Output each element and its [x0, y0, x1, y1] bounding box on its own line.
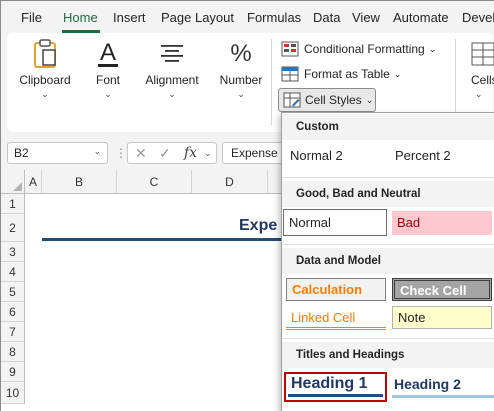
- font-label: Font: [95, 73, 120, 87]
- percent-icon: %: [213, 39, 269, 69]
- conditional-formatting-label: Conditional Formatting: [304, 42, 425, 56]
- cell-styles-menu: Custom Normal 2 Percent 2 Good, Bad and …: [281, 112, 494, 411]
- select-all-button[interactable]: [1, 170, 25, 194]
- conditional-formatting-button[interactable]: Conditional Formatting ⌄: [281, 38, 436, 60]
- more-options-icon[interactable]: ⋮: [115, 146, 127, 160]
- row-header-5[interactable]: 5: [1, 282, 25, 302]
- row-header-4[interactable]: 4: [1, 262, 25, 282]
- alignment-group[interactable]: Alignment ⌄: [137, 33, 207, 129]
- name-box[interactable]: B2 ⌄: [7, 142, 108, 164]
- tab-view[interactable]: View: [352, 10, 380, 25]
- column-header-a[interactable]: A: [25, 170, 42, 194]
- tab-automate[interactable]: Automate: [393, 10, 449, 25]
- chevron-down-icon: ⌄: [428, 43, 437, 54]
- chevron-down-icon: ⌄: [104, 89, 112, 99]
- name-box-value: B2: [14, 146, 29, 160]
- font-group[interactable]: A Font ⌄: [83, 33, 133, 129]
- cell-b2-title[interactable]: Expe: [239, 217, 277, 235]
- tab-file[interactable]: File: [21, 10, 42, 25]
- style-linked-cell[interactable]: Linked Cell: [286, 306, 386, 330]
- chevron-down-icon: ⌄: [237, 89, 245, 99]
- row-header-6[interactable]: 6: [1, 302, 25, 322]
- heading-bottom-border: [42, 238, 282, 241]
- style-normal[interactable]: Normal: [283, 209, 387, 236]
- cancel-icon[interactable]: ✕: [135, 145, 147, 162]
- cell-styles-button[interactable]: Cell Styles ⌄: [278, 88, 376, 112]
- tab-data[interactable]: Data: [313, 10, 340, 25]
- clipboard-label: Clipboard: [19, 73, 71, 87]
- column-header-d[interactable]: D: [192, 170, 268, 194]
- number-label: Number: [219, 73, 263, 87]
- cell-styles-icon: [283, 92, 301, 108]
- tab-formulas[interactable]: Formulas: [247, 10, 301, 25]
- row-header-7[interactable]: 7: [1, 322, 25, 342]
- cells-icon: [463, 39, 494, 69]
- tab-developer[interactable]: Devel: [462, 10, 494, 25]
- row-header-10[interactable]: 10: [1, 382, 25, 404]
- column-header-c[interactable]: C: [117, 170, 192, 194]
- enter-icon[interactable]: ✓: [159, 145, 171, 162]
- alignment-label: Alignment: [145, 73, 199, 87]
- style-heading-1-hovered[interactable]: Heading 1: [284, 372, 387, 402]
- section-divider: [282, 244, 494, 245]
- row-header-1[interactable]: 1: [1, 194, 25, 214]
- style-bad[interactable]: Bad: [392, 211, 492, 235]
- cells-label: Cells: [471, 73, 494, 87]
- style-percent-2[interactable]: Percent 2: [395, 148, 451, 163]
- clipboard-group[interactable]: Clipboard ⌄: [7, 33, 83, 129]
- font-icon: A: [83, 39, 133, 69]
- row-header-8[interactable]: 8: [1, 342, 25, 362]
- svg-text:A: A: [100, 39, 116, 66]
- format-as-table-icon: [281, 66, 299, 82]
- style-heading-2-label: Heading 2: [394, 376, 461, 392]
- style-normal-2[interactable]: Normal 2: [290, 148, 343, 163]
- section-header-custom: Custom: [282, 114, 494, 140]
- section-divider: [282, 338, 494, 339]
- style-calculation[interactable]: Calculation: [286, 278, 386, 301]
- tab-home[interactable]: Home: [63, 10, 98, 25]
- ribbon-tab-bar: File Home Insert Page Layout Formulas Da…: [1, 1, 494, 33]
- chevron-down-icon: ⌄: [365, 94, 374, 105]
- chevron-down-icon: ⌄: [475, 89, 483, 99]
- formula-input[interactable]: Expense: [222, 142, 282, 164]
- column-header-b[interactable]: B: [42, 170, 117, 194]
- style-heading-1-label: Heading 1: [291, 375, 368, 392]
- section-header-titles-headings: Titles and Headings: [282, 342, 494, 368]
- row-header-3[interactable]: 3: [1, 242, 25, 262]
- format-as-table-label: Format as Table: [304, 67, 390, 81]
- heading-1-border: [288, 394, 383, 397]
- section-header-good-bad-neutral: Good, Bad and Neutral: [282, 181, 494, 207]
- ribbon-separator: [271, 39, 272, 125]
- alignment-icon: [137, 39, 207, 69]
- svg-text:%: %: [230, 40, 251, 67]
- format-as-table-button[interactable]: Format as Table ⌄: [281, 63, 401, 85]
- style-note[interactable]: Note: [392, 306, 492, 329]
- style-check-cell[interactable]: Check Cell: [392, 278, 492, 301]
- cell-styles-label: Cell Styles: [305, 93, 362, 107]
- style-heading-2[interactable]: Heading 2: [392, 374, 494, 400]
- number-group[interactable]: % Number ⌄: [213, 33, 269, 129]
- tab-page-layout[interactable]: Page Layout: [161, 10, 234, 25]
- conditional-formatting-icon: [281, 41, 299, 57]
- heading-2-border: [392, 395, 494, 398]
- chevron-down-icon: ⌄: [41, 89, 49, 99]
- chevron-down-icon: ⌄: [168, 89, 176, 99]
- chevron-down-icon: ⌄: [393, 68, 402, 79]
- section-header-data-model: Data and Model: [282, 248, 494, 274]
- insert-function-button[interactable]: fx: [184, 145, 197, 161]
- clipboard-icon: [7, 39, 83, 69]
- section-divider: [282, 177, 494, 178]
- row-header-9[interactable]: 9: [1, 362, 25, 382]
- tab-insert[interactable]: Insert: [113, 10, 146, 25]
- chevron-down-icon: ⌄: [93, 146, 101, 156]
- chevron-down-icon: ⌄: [204, 148, 212, 158]
- formula-buttons: ✕ ✓ fx ⌄: [127, 142, 217, 164]
- row-header-2[interactable]: 2: [1, 214, 25, 242]
